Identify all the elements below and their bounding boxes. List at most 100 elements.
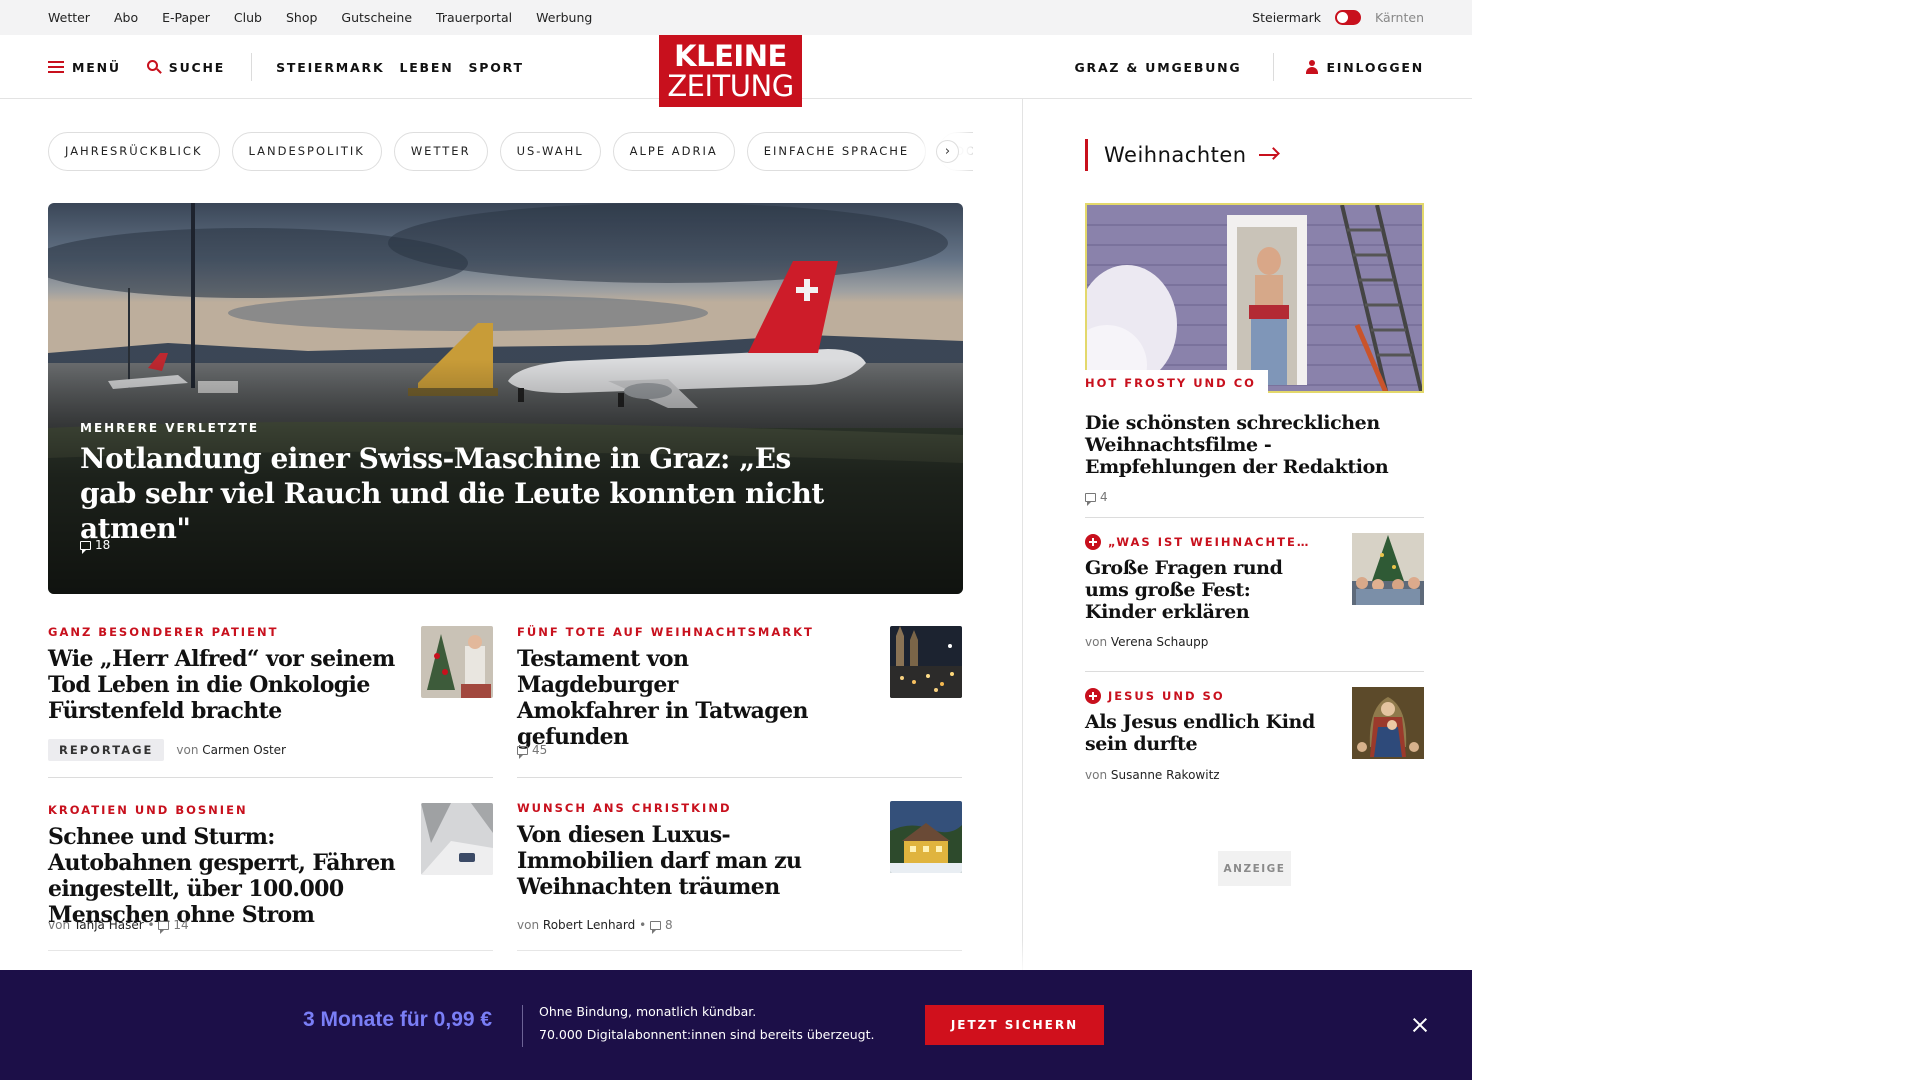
comment-icon (649, 920, 661, 934)
subscribe-button[interactable]: JETZT SICHERN (925, 1005, 1104, 1045)
sidebar-article-title[interactable]: Große Fragen rund ums große Fest: Kinder… (1085, 557, 1315, 623)
ad-label: ANZEIGE (1218, 851, 1291, 886)
utility-link-gutscheine[interactable]: Gutscheine (341, 10, 412, 25)
byline-prefix: von (48, 918, 71, 932)
utility-bar: Wetter Abo E-Paper Club Shop Gutscheine … (0, 0, 1472, 35)
subscription-promo-bar: 3 Monate für 0,99 € Ohne Bindung, monatl… (0, 970, 1472, 1080)
sidebar-article-meta: von Verena Schaupp (1085, 635, 1208, 649)
region-toggle[interactable] (1335, 10, 1361, 25)
author-name[interactable]: Verena Schaupp (1111, 635, 1209, 649)
sidebar-article-meta: von Susanne Rakowitz (1085, 768, 1220, 782)
sidebar-article-title[interactable]: Als Jesus endlich Kind sein durfte (1085, 711, 1315, 755)
column-divider (1022, 99, 1023, 970)
byline-prefix: von (176, 743, 199, 757)
feature-image[interactable] (1085, 203, 1424, 393)
utility-link-trauerportal[interactable]: Trauerportal (436, 10, 512, 25)
feature-kicker: HOT FROSTY UND CO (1085, 370, 1268, 393)
region-steiermark[interactable]: Steiermark (1252, 10, 1321, 25)
region-link[interactable]: GRAZ & UMGEBUNG (1074, 60, 1241, 75)
article-meta: REPORTAGE von Carmen Oster (48, 739, 286, 761)
article-thumbnail[interactable] (421, 626, 493, 698)
nav-sport[interactable]: SPORT (468, 60, 523, 75)
article-title[interactable]: Schnee und Sturm: Autobahnen gesperrt, F… (48, 824, 413, 928)
hero-comment-count[interactable]: 18 (80, 538, 111, 554)
site-logo[interactable]: KLEINE ZEITUNG (659, 35, 802, 107)
tag-jahresrueckblick[interactable]: JAHRESRÜCKBLICK (48, 131, 220, 171)
toggle-knob (1337, 12, 1348, 23)
utility-link-shop[interactable]: Shop (286, 10, 317, 25)
utility-link-abo[interactable]: Abo (114, 10, 138, 25)
article-title[interactable]: Testament von Magdeburger Amokfahrer in … (517, 646, 817, 750)
sidebar-divider (1085, 671, 1424, 672)
user-icon (1306, 60, 1319, 74)
sidebar-feature-article[interactable]: HOT FROSTY UND CO Die schönsten schreckl… (1085, 203, 1424, 506)
login-button[interactable]: EINLOGGEN (1306, 60, 1424, 75)
tag-einfache-sprache[interactable]: EINFACHE SPRACHE (746, 131, 927, 171)
comment-count[interactable]: 14 (173, 918, 188, 932)
hero-comments-value: 18 (95, 538, 111, 552)
tag-wetter[interactable]: WETTER (393, 131, 488, 171)
sidebar-heading-text: Weihnachten (1104, 143, 1247, 167)
article-card-luxus-immobilien[interactable]: WUNSCH ANS CHRISTKIND Von diesen Luxus-I… (517, 801, 962, 951)
sidebar-article-jesus[interactable]: JESUS UND SO Als Jesus endlich Kind sein… (1085, 671, 1424, 803)
nav-leben[interactable]: LEBEN (399, 60, 453, 75)
arrow-right-icon (1258, 147, 1280, 162)
menu-button[interactable]: MENÜ (48, 60, 121, 75)
author-name[interactable]: Tanja Haser (74, 918, 144, 932)
chevron-right-icon: › (944, 144, 951, 159)
sidebar-heading[interactable]: Weihnachten (1085, 139, 1280, 171)
promo-price: 3 Monate für 0,99 € (303, 1008, 493, 1031)
author-name[interactable]: Robert Lenhard (543, 918, 635, 932)
article-card-schnee-sturm[interactable]: KROATIEN UND BOSNIEN Schnee und Sturm: A… (48, 803, 493, 951)
tag-landespolitik[interactable]: LANDESPOLITIK (231, 131, 382, 171)
hero-article[interactable]: MEHRERE VERLETZTE Notlandung einer Swiss… (48, 203, 963, 594)
comment-count[interactable]: 45 (532, 743, 547, 757)
hero-kicker: MEHRERE VERLETZTE (80, 421, 260, 435)
content-fade (0, 940, 1472, 970)
promo-line-2: 70.000 Digitalabonnent:innen sind bereit… (539, 1027, 875, 1042)
search-icon (146, 60, 162, 74)
utility-link-epaper[interactable]: E-Paper (162, 10, 210, 25)
comment-count[interactable]: 4 (1100, 490, 1108, 504)
author-name[interactable]: Susanne Rakowitz (1111, 768, 1220, 782)
region-switch: Steiermark Kärnten (1252, 0, 1424, 35)
utility-link-club[interactable]: Club (234, 10, 262, 25)
plus-icon (1085, 688, 1101, 704)
comment-icon (158, 920, 170, 934)
main-header: MENÜ SUCHE STEIERMARK LEBEN SPORT KLEINE… (0, 35, 1472, 107)
author-name[interactable]: Carmen Oster (202, 743, 286, 757)
utility-link-wetter[interactable]: Wetter (48, 10, 90, 25)
browser-viewport: Wetter Abo E-Paper Club Shop Gutscheine … (0, 0, 1920, 1080)
tag-us-wahl[interactable]: US-WAHL (499, 131, 601, 171)
article-card-herr-alfred[interactable]: GANZ BESONDERER PATIENT Wie „Herr Alfred… (48, 625, 493, 778)
feature-title[interactable]: Die schönsten schrecklichen Weihnachtsfi… (1085, 412, 1424, 478)
byline-prefix: von (1085, 768, 1108, 782)
article-meta: von Tanja Haser • 14 (48, 918, 189, 934)
news-site: Wetter Abo E-Paper Club Shop Gutscheine … (0, 0, 1472, 1080)
promo-line-1: Ohne Bindung, monatlich kündbar. (539, 1004, 757, 1019)
comment-count[interactable]: 8 (665, 918, 673, 932)
hero-title[interactable]: Notlandung einer Swiss-Maschine in Graz:… (80, 441, 840, 546)
utility-links: Wetter Abo E-Paper Club Shop Gutscheine … (48, 0, 616, 35)
close-icon[interactable] (1410, 1015, 1430, 1035)
topic-tags: JAHRESRÜCKBLICK LANDESPOLITIK WETTER US-… (48, 131, 973, 171)
nav-steiermark[interactable]: STEIERMARK (276, 60, 384, 75)
tag-alpe-adria[interactable]: ALPE ADRIA (612, 131, 735, 171)
search-button[interactable]: SUCHE (146, 60, 225, 75)
header-divider-right (1273, 53, 1275, 81)
article-thumbnail[interactable] (421, 803, 493, 875)
article-title[interactable]: Von diesen Luxus-Immobilien darf man zu … (517, 822, 817, 900)
sidebar-thumbnail[interactable] (1352, 687, 1424, 759)
menu-label: MENÜ (72, 59, 121, 75)
region-kaernten[interactable]: Kärnten (1375, 10, 1424, 25)
sidebar-thumbnail[interactable] (1352, 533, 1424, 605)
logo-line-2: ZEITUNG (667, 69, 794, 103)
article-card-magdeburg[interactable]: FÜNF TOTE AUF WEIHNACHTSMARKT Testament … (517, 625, 962, 778)
article-thumbnail[interactable] (890, 626, 962, 698)
utility-link-werbung[interactable]: Werbung (536, 10, 592, 25)
tags-scroll-right-button[interactable]: › (936, 140, 959, 163)
feature-meta: 4 (1085, 490, 1424, 506)
sidebar-article-kinder-erklaeren[interactable]: „WAS IST WEIHNACHTE… Große Fragen rund u… (1085, 517, 1424, 671)
article-title[interactable]: Wie „Herr Alfred“ vor seinem Tod Leben i… (48, 646, 403, 724)
article-thumbnail[interactable] (890, 801, 962, 873)
